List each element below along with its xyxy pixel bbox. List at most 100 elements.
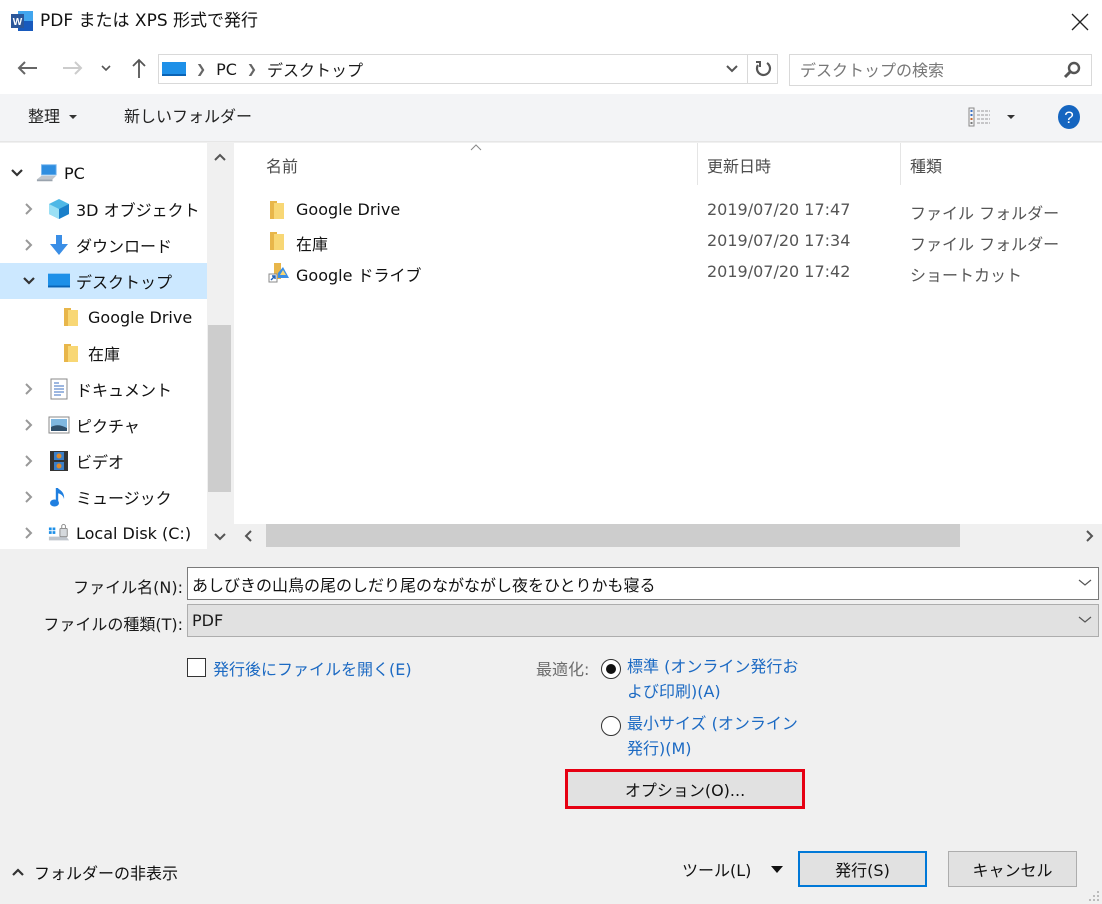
dropdown-arrow-icon [69,115,78,119]
file-row[interactable]: Google Drive 2019/07/20 17:47 ファイル フォルダー [234,195,1102,225]
optimize-standard-radio[interactable] [601,659,621,679]
tree-item-label: ビデオ [76,453,125,472]
optimize-minimum-label[interactable]: 最小サイズ (オンライン発行)(M) [627,711,812,761]
recent-locations-button[interactable] [94,52,118,84]
tree-item-label: デスクトップ [76,273,173,292]
back-button[interactable] [12,52,42,84]
chevron-right-icon[interactable] [22,238,36,252]
file-row[interactable]: Google ドライブ 2019/07/20 17:42 ショートカット [234,257,1102,287]
scrollbar-thumb[interactable] [266,524,960,547]
view-options-button[interactable] [968,107,1016,127]
tree-item-label: ミュージック [76,489,172,508]
file-type: ショートカット [910,266,1023,285]
scroll-right-icon[interactable] [1086,530,1094,542]
documents-icon [48,378,70,400]
filename-input[interactable] [188,568,1058,599]
chevron-right-icon[interactable] [22,202,36,216]
close-icon [1071,13,1089,31]
tree-item[interactable]: デスクトップ [0,263,207,299]
column-divider[interactable] [900,143,901,185]
column-header-type[interactable]: 種類 [910,153,942,177]
close-button[interactable] [1060,4,1100,40]
chevron-down-icon[interactable] [1078,614,1092,624]
forward-button[interactable] [58,52,88,84]
filename-combobox[interactable] [187,567,1099,600]
optimize-standard-label[interactable]: 標準 (オンライン発行および印刷)(A) [627,654,812,704]
organize-button[interactable]: 整理 [28,106,78,128]
chevron-right-icon[interactable] [22,382,36,396]
pc-icon [36,162,58,184]
dropdown-arrow-icon [771,865,784,873]
address-history-dropdown[interactable] [717,55,747,83]
chevron-right-icon[interactable] [22,490,36,504]
column-header-date[interactable]: 更新日時 [707,153,771,177]
resize-grip-icon[interactable] [1088,890,1100,902]
pictures-icon [48,414,70,436]
scroll-down-icon[interactable] [214,533,226,541]
tree-item[interactable]: PC [0,155,207,191]
refresh-icon [755,61,771,77]
search-input[interactable] [790,55,1050,85]
refresh-button[interactable] [748,54,778,84]
breadcrumb-desktop[interactable]: デスクトップ [267,57,363,81]
folder-icon [268,199,288,221]
tree-item-label: 在庫 [88,345,121,364]
chevron-down-icon[interactable] [1078,577,1092,587]
tree-item[interactable]: ピクチャ [0,407,207,443]
column-header-name[interactable]: 名前 [266,153,298,177]
breadcrumb-pc[interactable]: PC [216,60,237,79]
up-button[interactable] [124,52,154,84]
tree-item[interactable]: 在庫 [0,335,207,371]
chevron-right-icon[interactable] [22,418,36,432]
shortcut-icon [268,261,289,283]
address-bar[interactable]: ❯ PC ❯ デスクトップ [158,54,748,84]
dropdown-arrow-icon [1007,115,1015,119]
hide-folders-button[interactable]: フォルダーの非表示 [12,860,178,884]
tools-button[interactable]: ツール(L) [682,857,784,881]
filetype-value: PDF [192,611,224,630]
filetype-select[interactable]: PDF [187,604,1099,637]
search-box[interactable] [789,54,1092,86]
svg-text:W: W [13,17,23,28]
videos-icon [48,450,70,472]
tree-item[interactable]: ダウンロード [0,227,207,263]
command-bar: 整理 新しいフォルダー ? [0,94,1102,142]
tree-item-label: ダウンロード [76,237,173,256]
filetype-label: ファイルの種類(T): [43,615,183,634]
tree-item-label: ドキュメント [76,381,173,400]
file-row[interactable]: 在庫 2019/07/20 17:34 ファイル フォルダー [234,226,1102,256]
chevron-right-icon[interactable] [22,454,36,468]
options-button[interactable]: オプション(O)... [565,769,805,809]
open-after-publish-label[interactable]: 発行後にファイルを開く(E) [213,656,412,680]
column-divider[interactable] [697,143,698,185]
new-folder-button[interactable]: 新しいフォルダー [124,106,252,128]
optimize-minimum-radio[interactable] [601,716,621,736]
navigation-pane: PC 3D オブジェクトダウンロード デスクトップ Google Drive 在庫ドキュ… [0,143,232,549]
chevron-right-icon[interactable] [22,526,36,540]
publish-button[interactable]: 発行(S) [798,851,927,887]
tree-item[interactable]: ミュージック [0,479,207,515]
breadcrumb-separator: ❯ [196,62,207,76]
scrollbar-thumb[interactable] [208,325,231,492]
3d-objects-icon [48,198,70,220]
tree-item[interactable]: ドキュメント [0,371,207,407]
navigation-pane-scrollbar[interactable] [207,143,232,549]
tree-item[interactable]: Local Disk (C:) [0,515,207,551]
tree-item[interactable]: Google Drive [0,299,207,335]
help-button[interactable]: ? [1057,104,1081,130]
chevron-down-icon[interactable] [22,274,36,288]
cancel-button[interactable]: キャンセル [948,851,1077,887]
tree-item[interactable]: 3D オブジェクト [0,191,207,227]
help-icon: ? [1058,105,1080,129]
title-bar: W PDF または XPS 形式で発行 [0,0,1102,44]
desktop-icon [162,62,186,76]
search-icon [1063,61,1081,79]
chevron-down-icon[interactable] [10,166,24,180]
open-after-publish-checkbox[interactable] [187,658,206,677]
hide-folders-label: フォルダーの非表示 [34,864,179,883]
file-list-horizontal-scrollbar[interactable] [234,524,1102,549]
scroll-left-icon[interactable] [244,530,252,542]
word-icon: W [11,11,33,31]
tree-item[interactable]: ビデオ [0,443,207,479]
scroll-up-icon[interactable] [214,153,226,161]
